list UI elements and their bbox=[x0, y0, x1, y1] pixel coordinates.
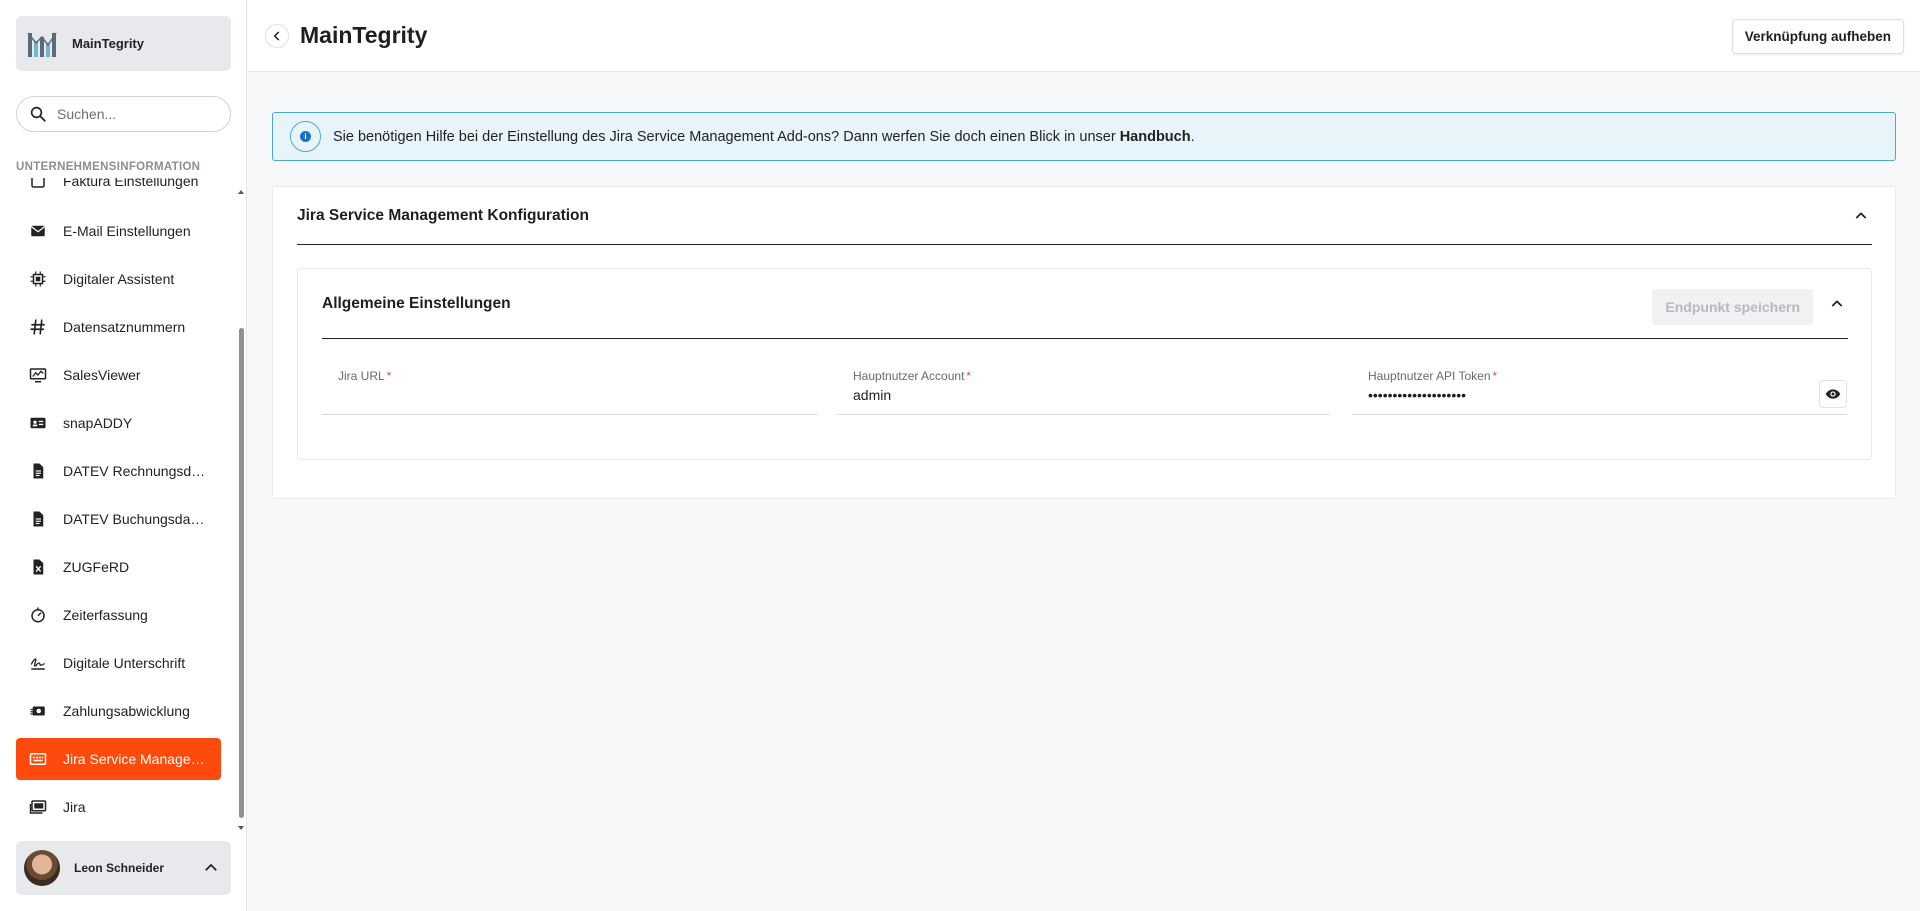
sidebar-section-label: UNTERNEHMENSINFORMATION bbox=[16, 161, 201, 173]
main-account-field[interactable]: Hauptnutzer Account * bbox=[837, 365, 1329, 415]
scrollbar-thumb[interactable] bbox=[239, 328, 244, 818]
search-icon bbox=[30, 106, 46, 122]
invoice-settings-icon bbox=[28, 178, 48, 191]
sidebar-item-jira-service-management[interactable]: Jira Service Management bbox=[16, 738, 221, 780]
chip-icon bbox=[28, 269, 48, 289]
chevron-up-icon[interactable] bbox=[1826, 293, 1848, 315]
signature-icon bbox=[28, 653, 48, 673]
chevron-up-icon[interactable] bbox=[1850, 205, 1872, 227]
info-banner: i Sie benötigen Hilfe bei der Einstellun… bbox=[272, 112, 1896, 161]
api-token-field[interactable]: Hauptnutzer API Token * bbox=[1352, 365, 1847, 415]
page-title: MainTegrity bbox=[300, 22, 428, 48]
sidebar-scrollbar[interactable] bbox=[237, 186, 245, 830]
sidebar-nav: Faktura Einstellungen E-Mail Einstellung… bbox=[16, 178, 231, 826]
sidebar-search bbox=[16, 96, 231, 132]
excel-file-icon bbox=[28, 557, 48, 577]
scroll-up-arrow-icon[interactable] bbox=[238, 190, 244, 194]
sidebar-item-jira[interactable]: Jira bbox=[16, 786, 221, 826]
save-endpoint-button[interactable]: Endpunkt speichern bbox=[1652, 289, 1813, 325]
general-settings-panel: Allgemeine Einstellungen Endpunkt speich… bbox=[297, 268, 1872, 460]
sidebar-item-snapaddy[interactable]: snapADDY bbox=[16, 402, 221, 444]
scroll-down-arrow-icon[interactable] bbox=[238, 826, 244, 830]
general-settings-title: Allgemeine Einstellungen bbox=[322, 294, 511, 312]
toggle-visibility-button[interactable] bbox=[1819, 380, 1847, 408]
main-account-input[interactable] bbox=[853, 387, 1273, 403]
api-token-input[interactable] bbox=[1368, 387, 1748, 403]
user-name: Leon Schneider bbox=[74, 861, 165, 875]
info-text: Sie benötigen Hilfe bei der Einstellung … bbox=[333, 128, 1195, 145]
jira-url-input[interactable] bbox=[338, 387, 758, 403]
sidebar-item-datev-rechnungsdaten[interactable]: DATEV Rechnungsdaten bbox=[16, 450, 221, 492]
brand-name: MainTegrity bbox=[72, 36, 144, 51]
back-button[interactable] bbox=[265, 24, 289, 48]
sidebar-item-datev-buchungsdaten[interactable]: DATEV Buchungsdaten bbox=[16, 498, 221, 540]
sidebar: MainTegrity UNTERNEHMENSINFORMATION Fakt… bbox=[0, 0, 247, 911]
sidebar-item-faktura-einstellungen[interactable]: Faktura Einstellungen bbox=[16, 178, 221, 202]
contact-card-icon bbox=[28, 413, 48, 433]
brand-switcher[interactable]: MainTegrity bbox=[16, 16, 231, 71]
sidebar-item-digitaler-assistent[interactable]: Digitaler Assistent bbox=[16, 258, 221, 300]
user-menu[interactable]: Leon Schneider bbox=[16, 841, 231, 895]
sidebar-item-email-einstellungen[interactable]: E-Mail Einstellungen bbox=[16, 210, 221, 252]
jira-icon bbox=[28, 797, 48, 817]
hash-icon bbox=[28, 317, 48, 337]
document-icon bbox=[28, 509, 48, 529]
chevron-up-icon[interactable] bbox=[202, 859, 220, 877]
unlink-button[interactable]: Verknüpfung aufheben bbox=[1731, 19, 1904, 54]
monitor-chart-icon bbox=[28, 365, 48, 385]
jira-url-field[interactable]: Jira URL * bbox=[322, 365, 817, 415]
sidebar-item-datensatznummern[interactable]: Datensatznummern bbox=[16, 306, 221, 348]
eye-icon bbox=[1825, 389, 1841, 399]
jsm-config-title: Jira Service Management Konfiguration bbox=[297, 206, 589, 224]
handbook-link[interactable]: Handbuch bbox=[1120, 129, 1191, 145]
avatar bbox=[24, 850, 60, 886]
general-settings-header: Allgemeine Einstellungen Endpunkt speich… bbox=[322, 269, 1848, 339]
jsm-config-header[interactable]: Jira Service Management Konfiguration bbox=[297, 187, 1872, 245]
sidebar-item-digitale-unterschrift[interactable]: Digitale Unterschrift bbox=[16, 642, 221, 684]
sidebar-item-zeiterfassung[interactable]: Zeiterfassung bbox=[16, 594, 221, 636]
timer-icon bbox=[28, 605, 48, 625]
sidebar-item-zugferd[interactable]: ZUGFeRD bbox=[16, 546, 221, 588]
payment-icon bbox=[28, 701, 48, 721]
search-input[interactable] bbox=[57, 106, 217, 122]
page-header: MainTegrity Verknüpfung aufheben bbox=[248, 0, 1920, 72]
maintegrity-logo-icon bbox=[27, 32, 57, 57]
info-icon: i bbox=[290, 121, 321, 152]
jsm-config-card: Jira Service Management Konfiguration Al… bbox=[272, 186, 1896, 499]
sidebar-item-salesviewer[interactable]: SalesViewer bbox=[16, 354, 221, 396]
service-desk-icon bbox=[28, 749, 48, 769]
document-icon bbox=[28, 461, 48, 481]
sidebar-item-zahlungsabwicklung[interactable]: Zahlungsabwicklung bbox=[16, 690, 221, 732]
mail-icon bbox=[28, 221, 48, 241]
chevron-left-icon bbox=[273, 31, 280, 41]
